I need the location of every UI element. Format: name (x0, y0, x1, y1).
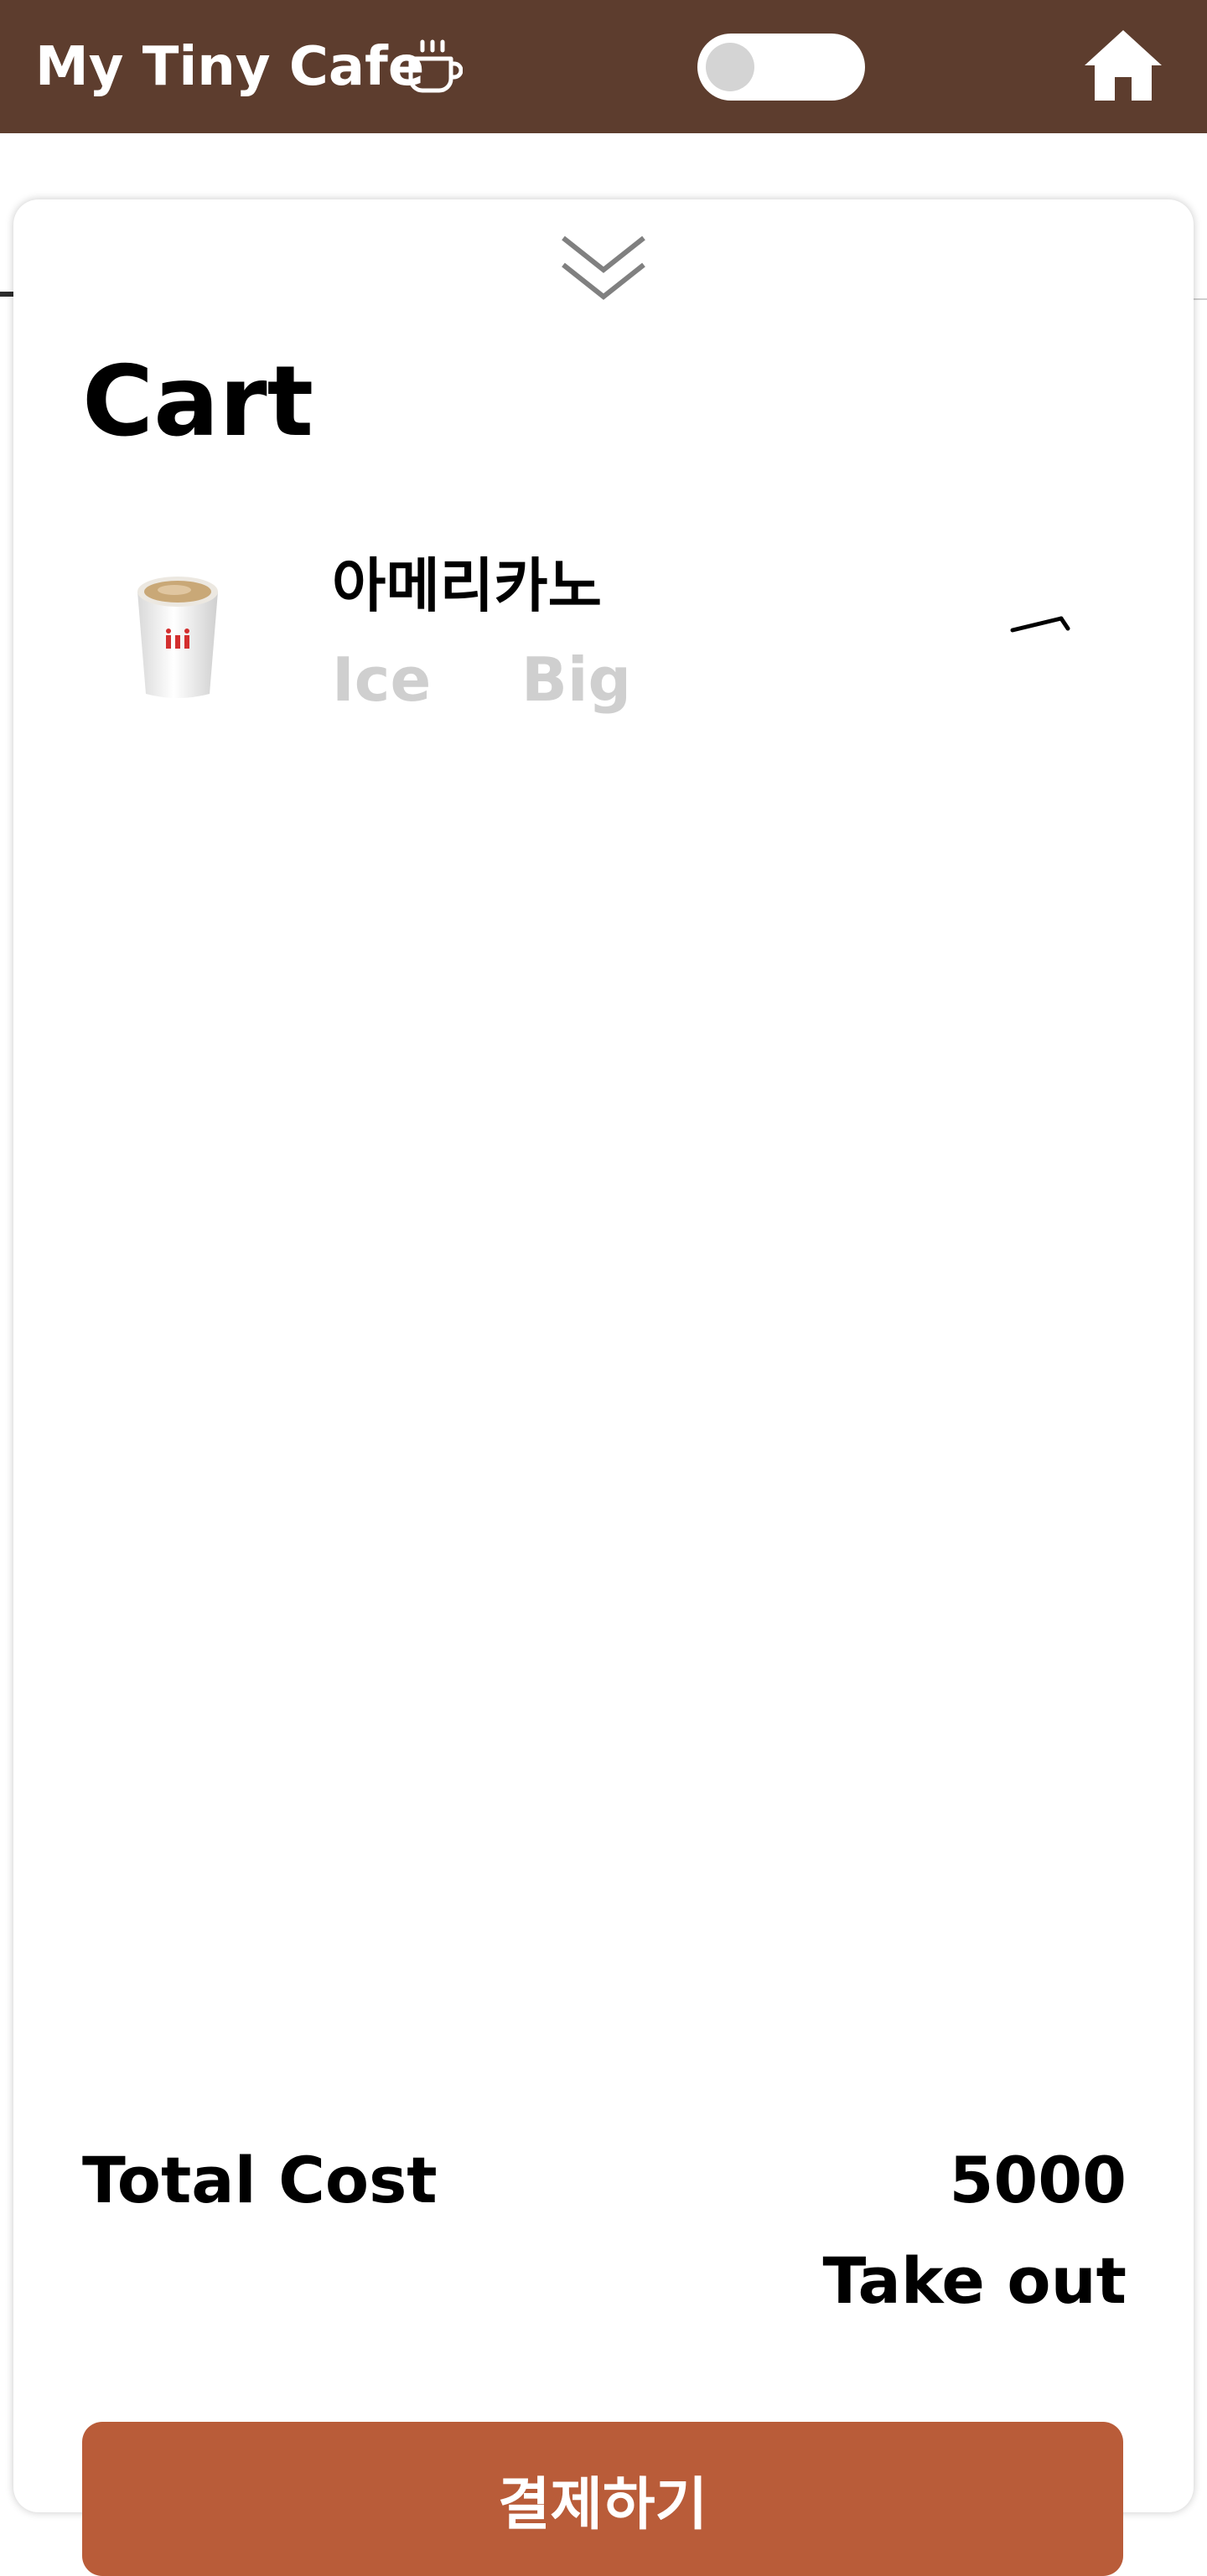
coffee-cup-icon (408, 39, 463, 93)
app-bar: My Tiny Cafe (0, 0, 1207, 133)
swipe-arrow-icon[interactable] (1009, 605, 1076, 639)
cart-item[interactable]: 아메리카노 Ice Big (82, 518, 1138, 736)
item-temperature-option: Ice (332, 644, 432, 715)
cart-sheet: Cart 아메리카노 Ice Big Total Cost 5000 Take … (13, 199, 1194, 2576)
total-cost-value: 5000 (949, 2143, 1127, 2217)
total-cost-label: Total Cost (82, 2143, 438, 2217)
pay-button[interactable]: 결제하기 (82, 2422, 1123, 2576)
app-title: My Tiny Cafe (35, 36, 425, 98)
double-chevron-down-icon[interactable] (558, 231, 649, 307)
order-type: Take out (822, 2243, 1127, 2318)
pay-button-label: 결제하기 (497, 2471, 708, 2538)
theme-toggle[interactable] (697, 34, 865, 101)
home-icon[interactable] (1081, 27, 1165, 102)
item-size-option: Big (521, 644, 632, 715)
toggle-knob (706, 43, 754, 91)
coffee-cup-image (137, 577, 218, 698)
cart-title: Cart (82, 345, 314, 458)
item-name: 아메리카노 (332, 551, 602, 620)
